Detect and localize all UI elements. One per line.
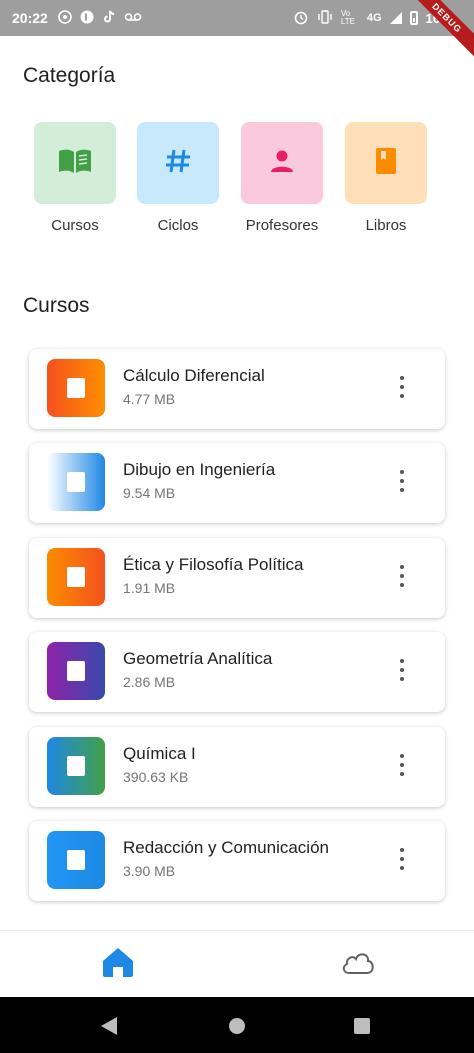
whatsapp-icon	[58, 9, 72, 27]
course-title: Química I	[123, 744, 196, 763]
course-card[interactable]: Ética y Filosofía Política 1.91 MB	[29, 538, 445, 618]
course-title: Dibujo en Ingeniería	[123, 460, 276, 479]
voicemail-icon	[124, 11, 142, 26]
category-label: Cursos	[51, 217, 99, 234]
tiktok-icon	[102, 10, 116, 27]
course-card[interactable]: Geometría Analítica 2.86 MB	[29, 632, 445, 712]
more-options-icon[interactable]	[399, 565, 405, 587]
alarm-icon	[293, 9, 309, 28]
category-cursos[interactable]: Cursos	[30, 122, 120, 234]
more-options-icon[interactable]	[399, 659, 405, 681]
course-card[interactable]: Redacción y Comunicación 3.90 MB	[29, 821, 445, 901]
vibrate-icon	[317, 9, 333, 27]
course-size: 390.63 KB	[123, 769, 189, 785]
system-status-icons: Vo LTE 4G 16	[293, 0, 440, 36]
category-libros[interactable]: Libros	[341, 122, 431, 234]
category-ciclos[interactable]: Ciclos	[133, 122, 223, 234]
course-card[interactable]: Dibujo en Ingeniería 9.54 MB	[29, 443, 445, 523]
book-icon	[67, 661, 85, 681]
course-title: Cálculo Diferencial	[123, 366, 265, 385]
course-title: Geometría Analítica	[123, 649, 273, 668]
nav-home[interactable]	[98, 946, 138, 982]
category-ciclos-tile[interactable]	[137, 122, 219, 204]
notification-icons	[58, 9, 142, 27]
book-icon	[375, 147, 397, 180]
person-icon	[269, 148, 295, 179]
book-icon	[67, 472, 85, 492]
course-title: Redacción y Comunicación	[123, 838, 329, 857]
status-bar: 20:22 Vo LTE 4G 16 DEBUG	[0, 0, 474, 63]
course-thumbnail	[47, 359, 105, 417]
course-size: 9.54 MB	[123, 485, 176, 501]
course-size: 4.77 MB	[123, 391, 176, 407]
category-label: Profesores	[245, 217, 319, 234]
signal-icon	[389, 12, 402, 24]
book-icon	[67, 378, 85, 398]
course-thumbnail	[47, 642, 105, 700]
hash-icon	[164, 147, 192, 180]
course-size: 2.86 MB	[123, 674, 176, 690]
status-time: 20:22	[12, 10, 48, 26]
book-icon	[67, 850, 85, 870]
book-icon	[67, 567, 85, 587]
courses-heading: Cursos	[23, 294, 90, 317]
bottom-navigation	[0, 930, 474, 997]
cloud-icon	[340, 949, 376, 980]
book-icon	[67, 756, 85, 776]
category-profesores[interactable]: Profesores	[237, 122, 327, 234]
category-label: Libros	[365, 217, 407, 234]
category-libros-tile[interactable]	[345, 122, 427, 204]
more-options-icon[interactable]	[399, 848, 405, 870]
categories-heading: Categoría	[23, 64, 116, 87]
course-thumbnail	[47, 737, 105, 795]
course-size: 1.91 MB	[123, 580, 176, 596]
volte-icon: Vo LTE	[340, 9, 355, 26]
system-navigation-bar	[0, 997, 474, 1053]
course-thumbnail	[47, 548, 105, 606]
more-options-icon[interactable]	[399, 376, 405, 398]
category-cursos-tile[interactable]	[34, 122, 116, 204]
nav-cloud[interactable]	[338, 946, 378, 982]
more-options-icon[interactable]	[399, 754, 405, 776]
category-profesores-tile[interactable]	[241, 122, 323, 204]
course-card[interactable]: Cálculo Diferencial 4.77 MB	[29, 349, 445, 429]
network-type: 4G	[366, 12, 382, 24]
app-icon	[80, 10, 94, 27]
recents-icon[interactable]	[354, 1018, 370, 1034]
battery-icon	[409, 11, 418, 25]
course-title: Ética y Filosofía Política	[123, 555, 304, 574]
course-thumbnail	[47, 831, 105, 889]
category-label: Ciclos	[157, 217, 199, 234]
categories-row: Cursos Ciclos Profesores Libros	[0, 122, 474, 242]
home-icon	[101, 946, 135, 983]
course-thumbnail	[47, 453, 105, 511]
course-size: 3.90 MB	[123, 863, 176, 879]
book-open-icon	[58, 148, 92, 179]
back-icon[interactable]	[101, 1017, 117, 1035]
course-card[interactable]: Química I 390.63 KB	[29, 727, 445, 807]
more-options-icon[interactable]	[399, 470, 405, 492]
home-button-icon[interactable]	[229, 1018, 245, 1034]
